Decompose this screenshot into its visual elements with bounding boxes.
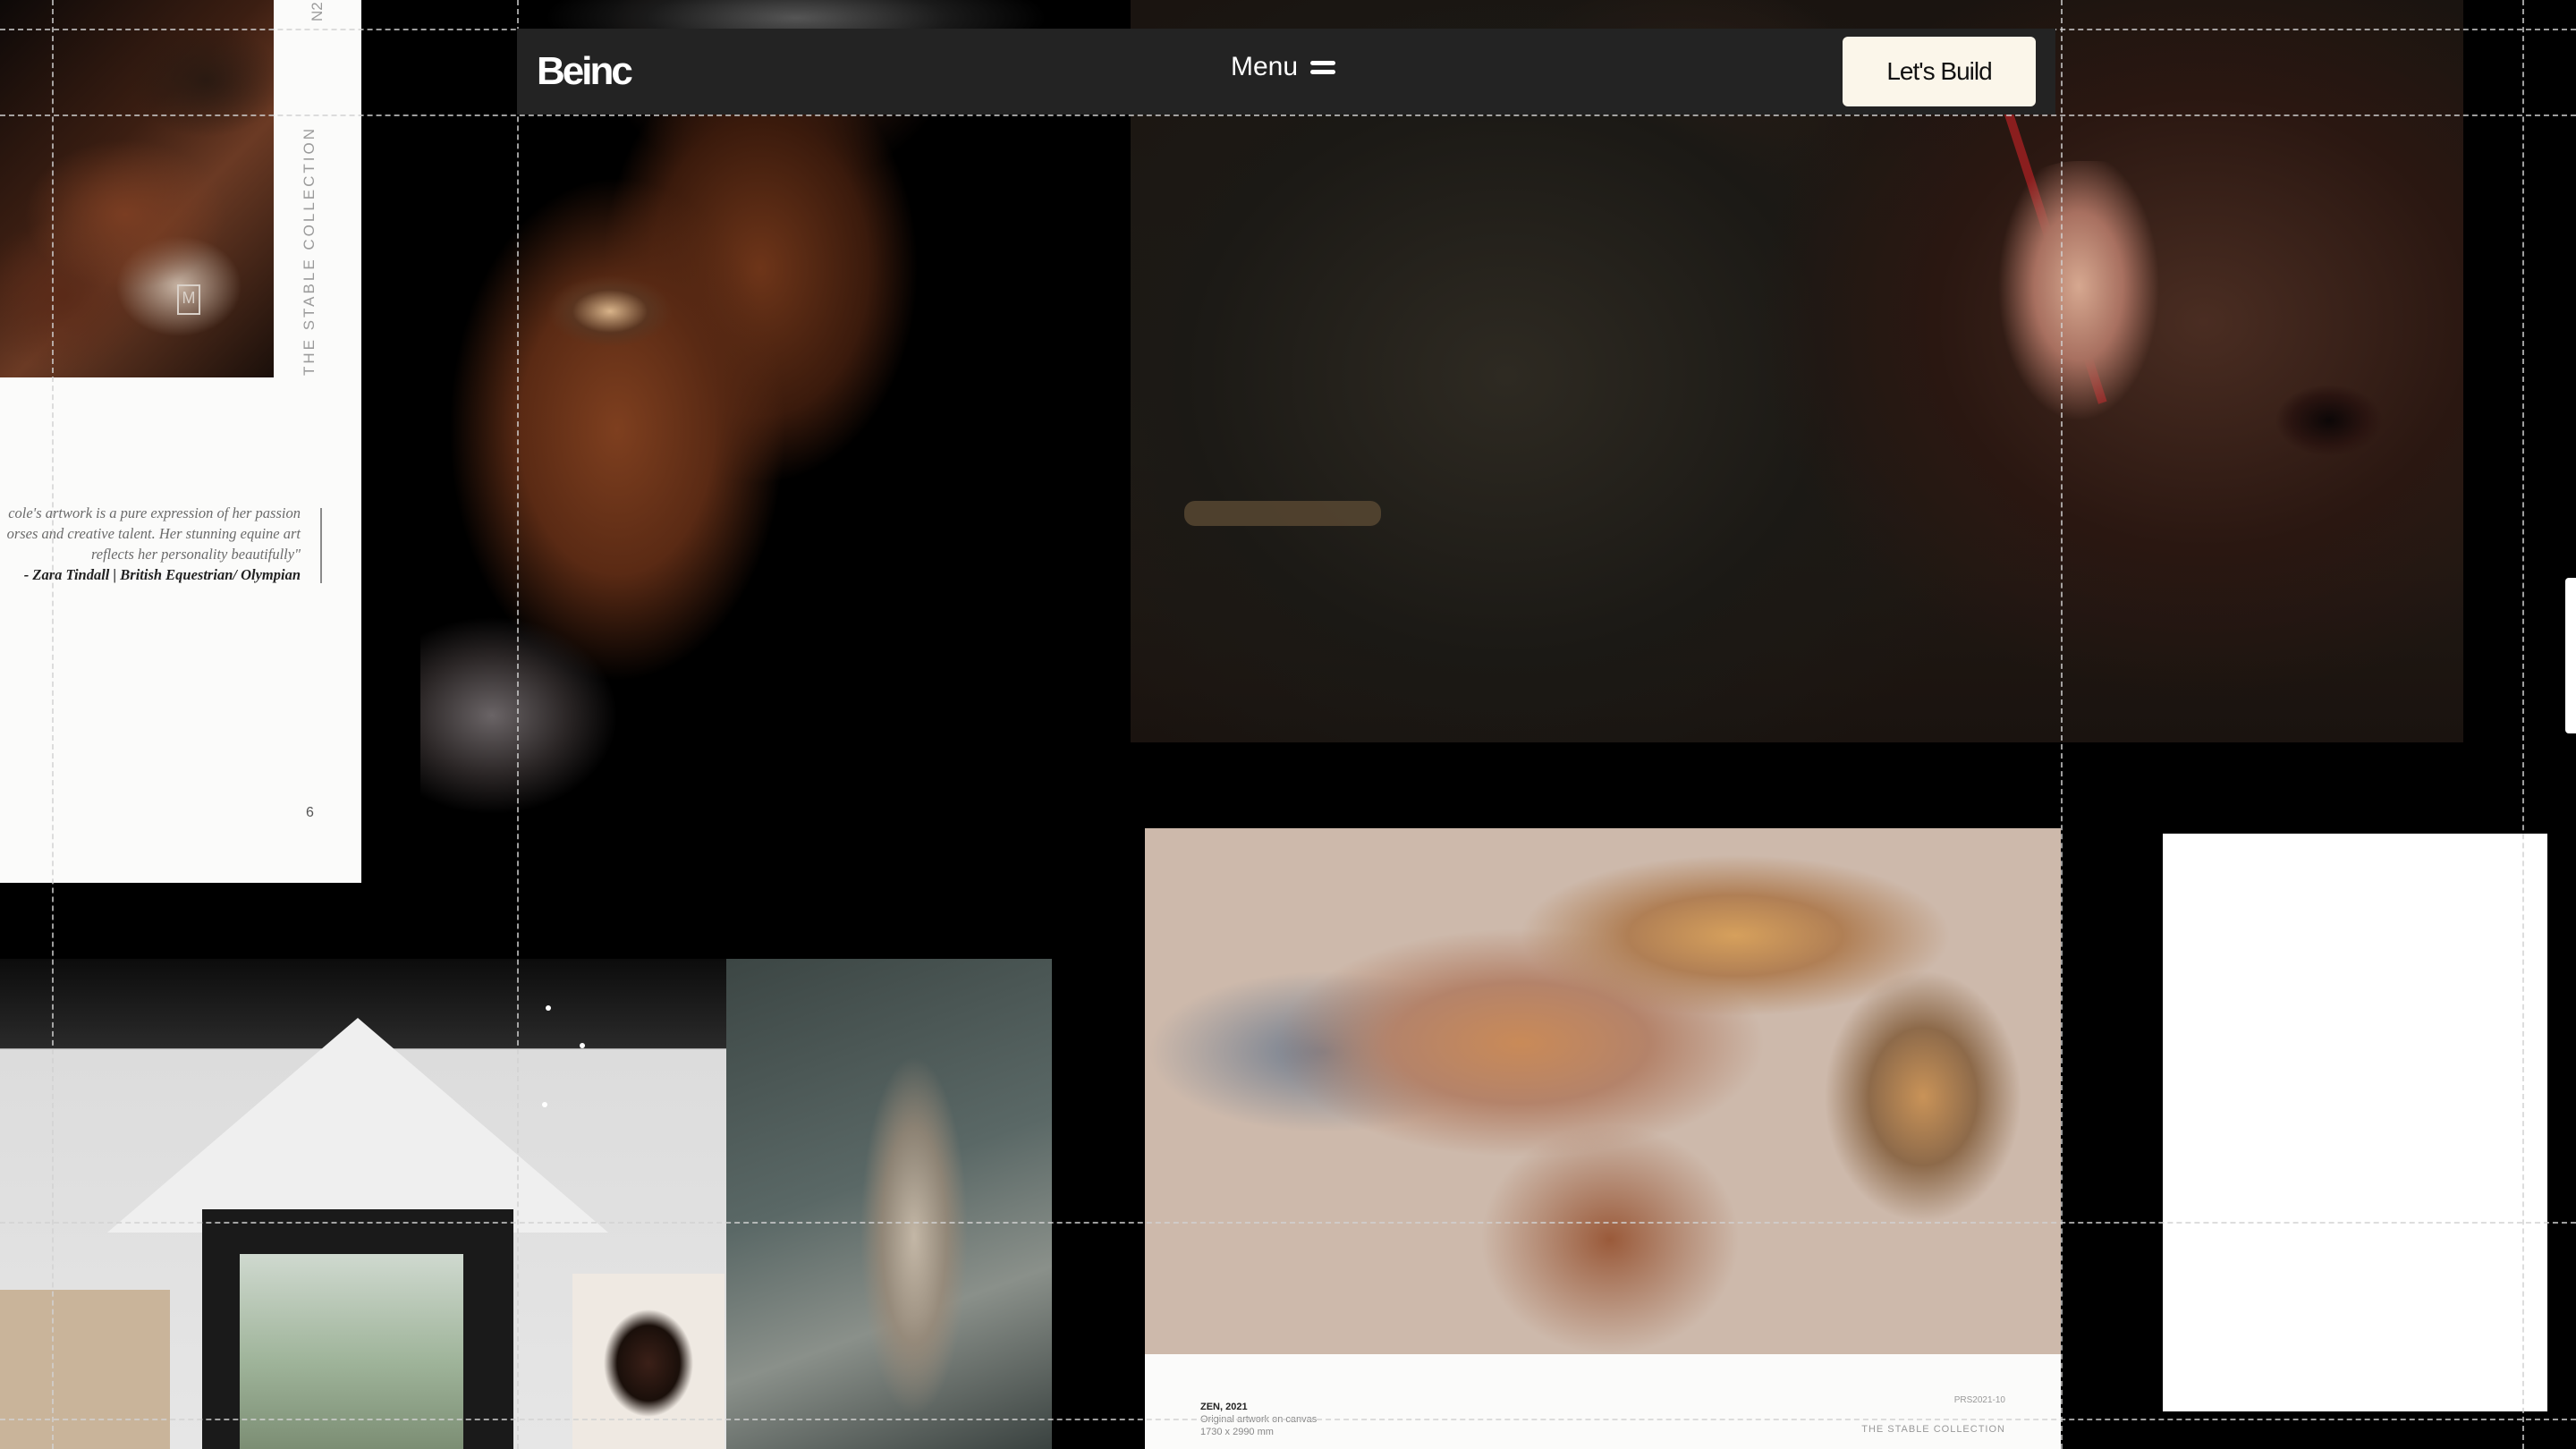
guide-line-horizontal	[0, 114, 2576, 116]
guide-line-horizontal	[0, 1222, 2576, 1224]
quote-line: orses and creative talent. Her stunning …	[6, 525, 301, 542]
edge-panel-sliver	[2565, 578, 2576, 733]
zen-dimensions: 1730 x 2990 mm	[1200, 1427, 1274, 1437]
zen-artwork-card[interactable]: ZEN, 2021 Original artwork on canvas 173…	[1145, 828, 2061, 1449]
quote-divider	[320, 508, 322, 583]
ceiling-light	[542, 1102, 547, 1107]
quote-line: reflects her personality beautifully"	[90, 546, 301, 563]
zen-code: PRS2021-10	[1953, 1395, 2005, 1405]
gallery-interior-photo	[0, 959, 1052, 1449]
artist-monogram: M	[177, 284, 200, 315]
ghost-horse	[860, 1048, 968, 1424]
quote-line: cole's artwork is a pure expression of h…	[8, 504, 301, 521]
guide-line-horizontal	[0, 1419, 2576, 1420]
gallery-canvas-polo	[572, 1274, 724, 1449]
lets-build-button[interactable]: Let's Build	[1843, 37, 2036, 106]
guide-line-vertical	[2061, 0, 2063, 1449]
hamburger-icon	[1310, 58, 1336, 76]
gallery-gable-wall	[107, 1018, 608, 1233]
blank-white-panel	[2163, 834, 2547, 1411]
menu-label: Menu	[1231, 52, 1299, 81]
ceiling-light	[580, 1043, 585, 1048]
gallery-canvas-large	[726, 959, 1052, 1449]
menu-button[interactable]: Menu	[1231, 52, 1336, 82]
catalogue-page-card: M N2 THE STABLE COLLECTION cole's artwor…	[0, 0, 361, 883]
beinc-logo[interactable]: Beinc	[537, 49, 633, 94]
zen-horse-painting	[1145, 828, 2061, 1354]
ceiling-light	[546, 1005, 551, 1011]
catalogue-top-label: N2	[309, 2, 326, 21]
page-number: 6	[306, 805, 314, 820]
zen-title: ZEN, 2021	[1200, 1402, 1248, 1412]
testimonial-quote: cole's artwork is a pure expression of h…	[0, 503, 301, 585]
quote-attribution: - Zara Tindall | British Equestrian/ Oly…	[23, 566, 301, 583]
guide-line-vertical	[517, 0, 519, 1449]
zen-collection-label: THE STABLE COLLECTION	[1861, 1424, 2005, 1435]
catalogue-side-label: THE STABLE COLLECTION	[301, 125, 318, 376]
jacket-buckle	[1184, 501, 1381, 526]
top-nav-bar: Beinc Menu Let's Build	[517, 29, 2055, 114]
guide-line-vertical	[52, 0, 54, 1449]
artist-hand	[1980, 161, 2177, 465]
horse-eye	[2267, 376, 2392, 465]
horse-painting-crop: M	[0, 0, 274, 377]
guide-line-vertical	[2522, 0, 2524, 1449]
gallery-canvas-left	[0, 1290, 170, 1449]
polo-horse	[599, 1309, 698, 1417]
